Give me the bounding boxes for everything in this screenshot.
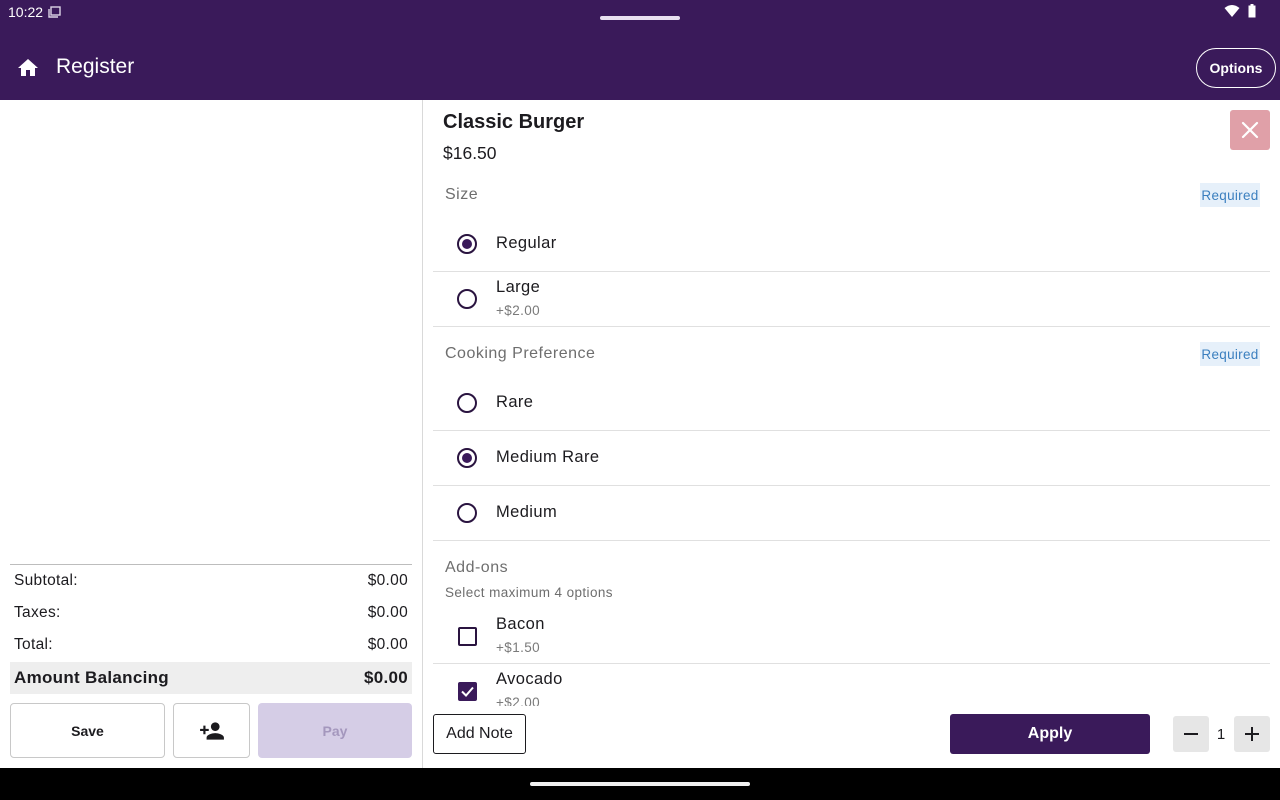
addons-section-title: Add-ons xyxy=(445,559,509,576)
radio-selected[interactable] xyxy=(457,234,477,254)
option-label: Rare xyxy=(496,393,534,411)
home-icon[interactable] xyxy=(16,56,40,80)
person-add-icon xyxy=(199,721,224,740)
size-option-large[interactable]: Large +$2.00 xyxy=(433,272,1270,327)
system-nav-bar xyxy=(0,768,1280,800)
options-button[interactable]: Options xyxy=(1196,48,1276,88)
item-modifier-panel: Classic Burger $16.50 Size Required Regu… xyxy=(423,100,1280,768)
quantity-increment-button[interactable] xyxy=(1234,716,1270,752)
screenshot-notification-icon xyxy=(48,6,61,18)
radio-unselected[interactable] xyxy=(457,289,477,309)
addons-section-subtitle: Select maximum 4 options xyxy=(445,585,613,600)
total-row: Total: $0.00 xyxy=(10,629,412,661)
option-price: +$2.00 xyxy=(496,303,541,318)
close-button[interactable] xyxy=(1230,110,1270,150)
plus-icon xyxy=(1245,727,1259,741)
addon-option-bacon[interactable]: Bacon +$1.50 xyxy=(433,609,1270,664)
check-icon xyxy=(461,686,474,697)
option-price: +$1.50 xyxy=(496,640,541,655)
quantity-decrement-button[interactable] xyxy=(1173,716,1209,752)
taxes-row: Taxes: $0.00 xyxy=(10,597,412,629)
taxes-label: Taxes: xyxy=(14,604,61,621)
total-label: Total: xyxy=(14,636,53,653)
option-label: Regular xyxy=(496,234,557,252)
close-icon xyxy=(1241,121,1259,139)
radio-unselected[interactable] xyxy=(457,393,477,413)
option-label: Medium xyxy=(496,503,558,521)
modifier-footer: Add Note Apply 1 xyxy=(423,706,1280,768)
amount-balancing-value: $0.00 xyxy=(363,668,408,687)
save-button[interactable]: Save xyxy=(10,703,165,758)
cooking-section-title: Cooking Preference xyxy=(445,345,596,362)
size-section-title: Size xyxy=(445,186,479,203)
total-value: $0.00 xyxy=(367,636,408,653)
add-customer-button[interactable] xyxy=(173,703,250,758)
cooking-option-rare[interactable]: Rare xyxy=(433,376,1270,431)
wifi-icon xyxy=(1224,5,1240,17)
order-panel: Subtotal: $0.00 Taxes: $0.00 Total: $0.0… xyxy=(0,100,422,768)
cooking-option-medium-rare[interactable]: Medium Rare xyxy=(433,431,1270,486)
quantity-value: 1 xyxy=(1216,725,1226,743)
apply-button[interactable]: Apply xyxy=(950,714,1150,754)
amount-balancing-label: Amount Balancing xyxy=(14,668,169,687)
cooking-required-badge: Required xyxy=(1200,342,1260,366)
app-bar: 10:22 Register Options xyxy=(0,0,1280,100)
addon-option-avocado[interactable]: Avocado +$2.00 xyxy=(433,664,1270,706)
amount-balancing-row: Amount Balancing $0.00 xyxy=(10,662,412,694)
checkbox-checked[interactable] xyxy=(458,682,477,701)
checkbox-unchecked[interactable] xyxy=(458,627,477,646)
size-required-badge: Required xyxy=(1200,183,1260,207)
subtotal-value: $0.00 xyxy=(367,572,408,589)
option-label: Avocado xyxy=(496,670,563,688)
subtotal-row: Subtotal: $0.00 xyxy=(10,565,412,597)
item-price: $16.50 xyxy=(443,143,497,163)
order-actions: Save Pay xyxy=(10,703,412,758)
option-price: +$2.00 xyxy=(496,695,541,706)
cooking-option-medium[interactable]: Medium xyxy=(433,486,1270,541)
page-title: Register xyxy=(56,55,135,78)
taxes-value: $0.00 xyxy=(367,604,408,621)
minus-icon xyxy=(1184,733,1198,735)
add-note-button[interactable]: Add Note xyxy=(433,714,526,754)
pay-button: Pay xyxy=(258,703,412,758)
top-handle xyxy=(600,16,680,20)
status-icons xyxy=(1224,4,1256,18)
order-totals: Subtotal: $0.00 Taxes: $0.00 Total: $0.0… xyxy=(10,564,412,694)
option-label: Large xyxy=(496,278,541,296)
option-label: Bacon xyxy=(496,615,545,633)
battery-icon xyxy=(1248,4,1256,18)
radio-selected[interactable] xyxy=(457,448,477,468)
status-time: 10:22 xyxy=(8,4,44,20)
gesture-handle[interactable] xyxy=(530,782,750,786)
option-label: Medium Rare xyxy=(496,448,600,466)
modifier-scroll-area[interactable]: Classic Burger $16.50 Size Required Regu… xyxy=(423,100,1280,706)
item-name: Classic Burger xyxy=(443,111,585,133)
subtotal-label: Subtotal: xyxy=(14,572,78,589)
radio-unselected[interactable] xyxy=(457,503,477,523)
size-option-regular[interactable]: Regular xyxy=(433,217,1270,272)
